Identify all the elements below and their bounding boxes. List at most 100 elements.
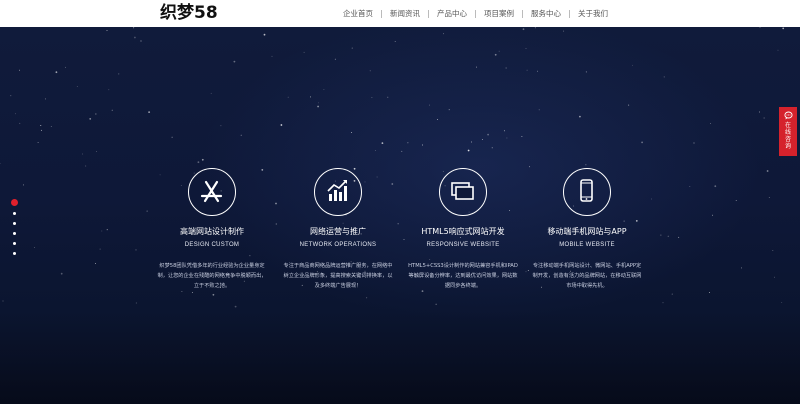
star (19, 69, 20, 71)
smartphone-icon (580, 179, 593, 202)
service-icon-ring[interactable] (439, 168, 487, 216)
star (641, 141, 643, 144)
star (522, 28, 525, 31)
star (146, 210, 148, 212)
star (212, 293, 215, 296)
nav-item-services[interactable]: 服务中心 (531, 8, 561, 19)
star (741, 267, 742, 269)
star (0, 162, 1, 164)
nav-item-cases[interactable]: 项目案例 (484, 8, 514, 19)
slider-dot[interactable] (12, 242, 16, 245)
star (529, 166, 531, 168)
star (521, 136, 523, 138)
star (280, 124, 283, 126)
star (89, 118, 92, 120)
star (467, 149, 470, 152)
star (85, 165, 87, 167)
star (351, 47, 353, 49)
service-operations: 网络运营与推广 NETWORK OPERATIONS 专注于商品商网络品牌运营推… (278, 168, 398, 291)
star (181, 291, 183, 293)
star (585, 164, 587, 166)
nav-item-home[interactable]: 企业首页 (343, 8, 373, 19)
star (381, 142, 384, 144)
star (106, 229, 108, 231)
star (366, 297, 368, 299)
sea-horizon (0, 312, 800, 404)
star (678, 236, 680, 238)
slider-dot[interactable] (12, 212, 16, 215)
star (407, 142, 409, 144)
service-title: 移动端手机网站与APP (547, 227, 627, 236)
nav-item-products[interactable]: 产品中心 (437, 8, 467, 19)
slider-dot-active[interactable] (10, 199, 18, 206)
star (774, 276, 775, 278)
star (487, 133, 489, 136)
star (275, 202, 277, 205)
star (351, 132, 353, 134)
star (135, 249, 137, 251)
star (563, 30, 565, 32)
service-icon-ring[interactable] (188, 168, 236, 216)
star (526, 69, 528, 71)
star (197, 161, 200, 164)
star (44, 98, 46, 100)
consult-label: 在线咨询 (784, 122, 791, 150)
star (369, 70, 371, 72)
star (758, 111, 760, 113)
star (95, 113, 97, 115)
star (476, 66, 477, 68)
star (263, 33, 266, 36)
star (394, 41, 396, 43)
star (133, 27, 135, 29)
service-icon-ring[interactable] (314, 168, 362, 216)
star (448, 109, 450, 111)
star (772, 250, 774, 252)
star (481, 139, 483, 140)
nav-divider (522, 9, 523, 18)
nav-divider (381, 9, 382, 18)
star (671, 293, 673, 295)
star (667, 235, 669, 237)
star (23, 184, 24, 186)
slider-dot[interactable] (12, 232, 16, 235)
service-subtitle: NETWORK OPERATIONS (299, 242, 377, 248)
service-icon-ring[interactable] (563, 168, 611, 216)
star (735, 199, 737, 201)
star (287, 96, 289, 98)
nav-item-news[interactable]: 新闻资讯 (390, 8, 420, 19)
main-nav: 企业首页 新闻资讯 产品中心 项目案例 服务中心 关于我们 (343, 0, 608, 27)
star (19, 122, 21, 124)
online-consult-button[interactable]: 在线咨询 (779, 107, 797, 156)
star (709, 291, 710, 293)
star (148, 111, 151, 113)
star (323, 89, 325, 90)
star (693, 142, 695, 144)
service-description: 专注移动端手机网站设计、微网站、手机APP定制开发，创造有活力的品牌网站，在移动… (532, 263, 642, 289)
slider-dot[interactable] (12, 222, 16, 225)
slider-pagination (10, 199, 18, 262)
star (191, 292, 193, 294)
star (234, 305, 237, 308)
nav-divider (475, 9, 476, 18)
growth-chart-icon (327, 180, 347, 201)
service-subtitle: DESIGN CUSTOM (184, 242, 240, 248)
hero-section: 高端网站设计制作 DESIGN CUSTOM 织梦58团队凭借多年的行业经验为企… (0, 27, 800, 404)
star (387, 96, 389, 98)
star (118, 73, 120, 75)
star (662, 302, 664, 304)
star (334, 58, 336, 60)
star (135, 302, 137, 304)
service-responsive: HTML5响应式网站开发 RESPONSIVE WEBSITE HTML5+CS… (403, 168, 523, 291)
star (401, 150, 403, 152)
star (134, 36, 136, 39)
star (443, 33, 445, 35)
service-design: 高端网站设计制作 DESIGN CUSTOM 织梦58团队凭借多年的行业经验为企… (152, 168, 272, 291)
slider-dot[interactable] (12, 252, 16, 255)
service-title: 高端网站设计制作 (180, 227, 244, 236)
star (271, 55, 273, 57)
nav-item-about[interactable]: 关于我们 (578, 8, 608, 19)
star (759, 27, 761, 28)
site-logo[interactable]: 织梦58 (160, 3, 218, 23)
star (628, 104, 630, 106)
star (37, 141, 39, 143)
